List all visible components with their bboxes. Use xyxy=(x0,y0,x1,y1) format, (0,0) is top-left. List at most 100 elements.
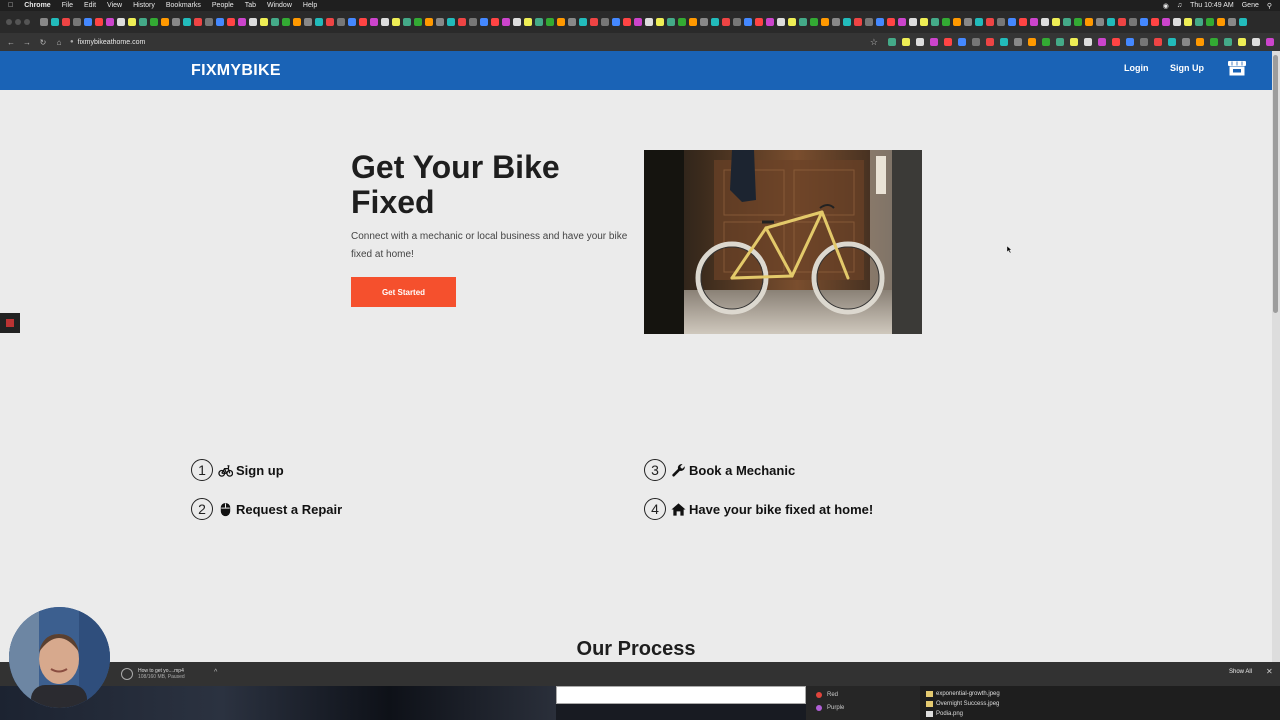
tab-favicon-icon[interactable] xyxy=(843,18,851,26)
tab-favicon-icon[interactable] xyxy=(832,18,840,26)
signup-link[interactable]: Sign Up xyxy=(1170,63,1204,73)
extension-icon[interactable] xyxy=(902,38,910,46)
extension-icon[interactable] xyxy=(1140,38,1148,46)
forward-icon[interactable]: → xyxy=(22,38,32,47)
tab-favicon-icon[interactable] xyxy=(997,18,1005,26)
tab-favicon-icon[interactable] xyxy=(139,18,147,26)
extension-icon[interactable] xyxy=(1182,38,1190,46)
extension-icon[interactable] xyxy=(1196,38,1204,46)
get-started-button[interactable]: Get Started xyxy=(351,277,456,307)
page-scrollbar[interactable] xyxy=(1272,51,1280,663)
extension-icon[interactable] xyxy=(1098,38,1106,46)
tab-favicon-icon[interactable] xyxy=(722,18,730,26)
tab-favicon-icon[interactable] xyxy=(1140,18,1148,26)
tab-favicon-icon[interactable] xyxy=(414,18,422,26)
extension-icon[interactable] xyxy=(1042,38,1050,46)
back-icon[interactable]: ← xyxy=(6,38,16,47)
tab-favicon-icon[interactable] xyxy=(865,18,873,26)
tab-favicon-icon[interactable] xyxy=(601,18,609,26)
tab-favicon-icon[interactable] xyxy=(117,18,125,26)
tab-favicon-icon[interactable] xyxy=(249,18,257,26)
extension-icon[interactable] xyxy=(1168,38,1176,46)
finder-tag[interactable]: Red xyxy=(816,692,838,698)
tab-favicon-icon[interactable] xyxy=(920,18,928,26)
extension-icon[interactable] xyxy=(1000,38,1008,46)
tab-favicon-icon[interactable] xyxy=(425,18,433,26)
home-icon[interactable]: ⌂ xyxy=(54,38,64,47)
tab-favicon-icon[interactable] xyxy=(381,18,389,26)
tab-favicon-icon[interactable] xyxy=(535,18,543,26)
tab-favicon-icon[interactable] xyxy=(887,18,895,26)
tab-favicon-icon[interactable] xyxy=(1129,18,1137,26)
finder-tag[interactable]: Purple xyxy=(816,705,844,711)
menu-edit[interactable]: Edit xyxy=(84,2,96,9)
file-row[interactable]: Podia.png xyxy=(926,711,963,717)
tab-favicon-icon[interactable] xyxy=(612,18,620,26)
extension-icon[interactable] xyxy=(1238,38,1246,46)
menu-file[interactable]: File xyxy=(62,2,73,9)
tab-favicon-icon[interactable] xyxy=(766,18,774,26)
tab-favicon-icon[interactable] xyxy=(271,18,279,26)
tab-favicon-icon[interactable] xyxy=(227,18,235,26)
file-row[interactable]: Overnight Success.jpeg xyxy=(926,701,999,707)
close-icon[interactable]: ✕ xyxy=(1266,667,1273,676)
tab-favicon-icon[interactable] xyxy=(304,18,312,26)
tab-favicon-icon[interactable] xyxy=(1151,18,1159,26)
tab-favicon-icon[interactable] xyxy=(1217,18,1225,26)
tab-favicon-icon[interactable] xyxy=(392,18,400,26)
site-logo[interactable]: FIXMYBIKE xyxy=(191,62,281,80)
tab-favicon-icon[interactable] xyxy=(1096,18,1104,26)
extension-icon[interactable] xyxy=(1224,38,1232,46)
tab-favicon-icon[interactable] xyxy=(1173,18,1181,26)
tab-favicon-icon[interactable] xyxy=(898,18,906,26)
file-row[interactable]: exponential-growth.jpeg xyxy=(926,691,1000,697)
tab-favicon-icon[interactable] xyxy=(95,18,103,26)
menu-view[interactable]: View xyxy=(107,2,122,9)
menu-people[interactable]: People xyxy=(212,2,234,9)
menu-tab[interactable]: Tab xyxy=(245,2,256,9)
extension-icon[interactable] xyxy=(944,38,952,46)
tab-favicon-icon[interactable] xyxy=(645,18,653,26)
tab-favicon-icon[interactable] xyxy=(216,18,224,26)
tab-favicon-icon[interactable] xyxy=(513,18,521,26)
tab-favicon-icon[interactable] xyxy=(1228,18,1236,26)
extension-icon[interactable] xyxy=(888,38,896,46)
extension-icon[interactable] xyxy=(916,38,924,46)
tab-favicon-icon[interactable] xyxy=(337,18,345,26)
store-icon[interactable] xyxy=(1227,60,1247,78)
floating-side-widget[interactable] xyxy=(0,313,20,333)
tab-favicon-icon[interactable] xyxy=(62,18,70,26)
tab-favicon-icon[interactable] xyxy=(480,18,488,26)
tab-favicon-icon[interactable] xyxy=(953,18,961,26)
tab-favicon-icon[interactable] xyxy=(1162,18,1170,26)
tab-favicon-icon[interactable] xyxy=(1019,18,1027,26)
extension-icon[interactable] xyxy=(930,38,938,46)
tab-favicon-icon[interactable] xyxy=(1118,18,1126,26)
tab-favicon-icon[interactable] xyxy=(51,18,59,26)
tab-favicon-icon[interactable] xyxy=(546,18,554,26)
tab-favicon-icon[interactable] xyxy=(799,18,807,26)
menu-history[interactable]: History xyxy=(133,2,155,9)
tab-favicon-icon[interactable] xyxy=(821,18,829,26)
tab-favicon-icon[interactable] xyxy=(403,18,411,26)
tab-favicon-icon[interactable] xyxy=(964,18,972,26)
extension-icon[interactable] xyxy=(1056,38,1064,46)
tab-favicon-icon[interactable] xyxy=(469,18,477,26)
tab-favicon-icon[interactable] xyxy=(942,18,950,26)
extension-icon[interactable] xyxy=(1126,38,1134,46)
tab-favicon-icon[interactable] xyxy=(1074,18,1082,26)
tab-favicon-icon[interactable] xyxy=(755,18,763,26)
tab-favicon-icon[interactable] xyxy=(1041,18,1049,26)
tab-favicon-icon[interactable] xyxy=(1052,18,1060,26)
download-item[interactable]: How to get yo....mp4 108/160 MB, Paused xyxy=(121,666,221,682)
tab-favicon-icon[interactable] xyxy=(579,18,587,26)
wifi-icon[interactable]: ◉ xyxy=(1163,2,1169,10)
tab-favicon-icon[interactable] xyxy=(128,18,136,26)
chevron-up-icon[interactable]: ^ xyxy=(214,669,217,676)
extension-icon[interactable] xyxy=(986,38,994,46)
menubar-user[interactable]: Gene xyxy=(1242,2,1259,9)
tab-favicon-icon[interactable] xyxy=(656,18,664,26)
tab-favicon-icon[interactable] xyxy=(194,18,202,26)
tab-favicon-icon[interactable] xyxy=(568,18,576,26)
tab-favicon-icon[interactable] xyxy=(733,18,741,26)
